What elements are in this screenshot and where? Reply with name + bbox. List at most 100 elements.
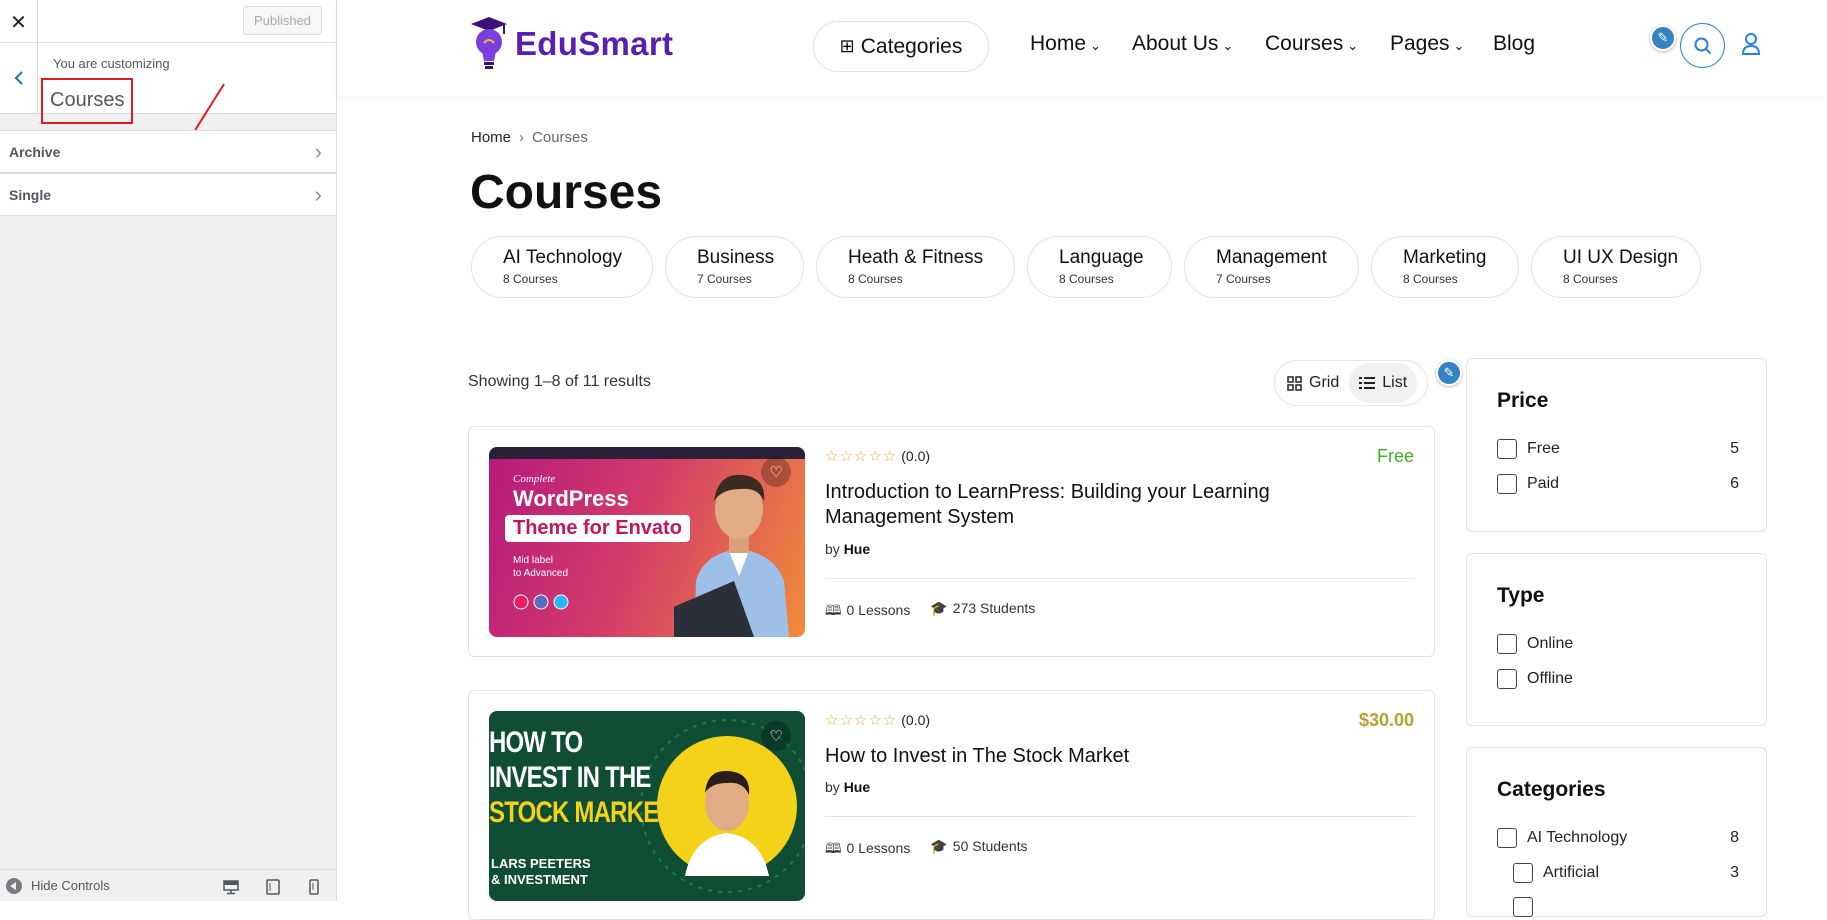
filter-option[interactable]: Paid 6 xyxy=(1497,474,1739,494)
customizing-label: You are customizing xyxy=(53,56,170,71)
author-name[interactable]: Hue xyxy=(844,779,870,795)
badge-icons xyxy=(513,594,569,610)
grid-icon: ⊞ xyxy=(839,36,855,56)
lessons-count: 🕮 0 Lessons xyxy=(825,838,910,862)
filter-option-count: 6 xyxy=(1730,475,1739,492)
publish-button[interactable]: Published xyxy=(243,6,322,35)
category-pill[interactable]: Language 8 Courses xyxy=(1027,236,1172,298)
filter-option[interactable]: Free 5 xyxy=(1497,439,1739,459)
breadcrumb-home[interactable]: Home xyxy=(471,129,511,146)
wishlist-heart-icon[interactable]: ♡ xyxy=(761,721,791,751)
filter-option[interactable]: Online xyxy=(1497,634,1739,654)
thumb-text-3: STOCK MARKET xyxy=(489,796,673,829)
chevron-down-icon: ⌄ xyxy=(1090,38,1101,53)
section-single[interactable]: Single › xyxy=(0,173,336,216)
nav-pages[interactable]: Pages ⌄ xyxy=(1390,32,1464,56)
desktop-preview-icon[interactable] xyxy=(223,879,239,895)
lessons-label: 0 Lessons xyxy=(846,602,911,618)
nav-about-label: About Us xyxy=(1132,32,1219,55)
tablet-preview-icon[interactable] xyxy=(265,879,281,895)
filter-option-label: AI Technology xyxy=(1527,829,1628,846)
results-count: Showing 1–8 of 11 results xyxy=(468,373,651,390)
course-title[interactable]: How to Invest in The Stock Market xyxy=(825,744,1345,769)
user-icon[interactable] xyxy=(1741,32,1761,56)
nav-about-us[interactable]: About Us ⌄ xyxy=(1132,32,1233,56)
checkbox[interactable] xyxy=(1497,828,1517,848)
back-button[interactable] xyxy=(0,43,38,113)
customizer-footer: Hide Controls xyxy=(0,869,336,901)
checkbox[interactable] xyxy=(1513,897,1533,917)
close-customizer-button[interactable]: ✕ xyxy=(0,0,38,43)
thumb-text-1: HOW TO xyxy=(489,726,583,759)
checkbox[interactable] xyxy=(1497,439,1517,459)
category-pill[interactable]: Management 7 Courses xyxy=(1184,236,1359,298)
category-pill[interactable]: AI Technology 8 Courses xyxy=(471,236,653,298)
nav-pages-label: Pages xyxy=(1390,32,1450,55)
filter-option[interactable]: Offline xyxy=(1497,669,1739,689)
chevron-right-icon: › xyxy=(519,129,525,146)
search-button[interactable] xyxy=(1680,23,1725,68)
category-name: AI Technology xyxy=(503,247,623,268)
categories-filter: Categories AI Technology 8 Artificial 3 xyxy=(1466,747,1767,917)
category-pill[interactable]: UI UX Design 8 Courses xyxy=(1531,236,1701,298)
chevron-down-icon: ⌄ xyxy=(1222,38,1234,53)
book-icon: 🕮 xyxy=(825,840,842,856)
students-label: 50 Students xyxy=(952,838,1028,854)
categories-button[interactable]: ⊞ Categories xyxy=(813,21,989,72)
filter-option-label: Paid xyxy=(1527,475,1560,492)
card-divider xyxy=(825,578,1415,579)
category-count: 8 Courses xyxy=(503,272,558,286)
filter-option-label: Online xyxy=(1527,635,1574,652)
author-name[interactable]: Hue xyxy=(844,541,870,557)
checkbox[interactable] xyxy=(1497,474,1517,494)
wishlist-heart-icon[interactable]: ♡ xyxy=(761,457,791,487)
filter-option[interactable] xyxy=(1513,897,1739,917)
chevron-right-icon: › xyxy=(314,181,322,207)
students-label: 273 Students xyxy=(952,600,1036,616)
edit-shortcut-icon[interactable]: ✎ xyxy=(1436,360,1462,386)
rating-value: (0.0) xyxy=(901,712,931,728)
grid-view-button[interactable]: Grid xyxy=(1277,363,1349,403)
category-pill[interactable]: Marketing 8 Courses xyxy=(1371,236,1519,298)
customizer-info: You are customizing Courses xyxy=(0,43,336,124)
section-archive-label: Archive xyxy=(9,143,61,160)
nav-courses[interactable]: Courses ⌄ xyxy=(1265,32,1358,56)
mobile-preview-icon[interactable] xyxy=(306,879,322,895)
price-filter: Price Free 5 Paid 6 xyxy=(1466,358,1767,532)
site-logo[interactable]: EduSmart xyxy=(471,17,673,71)
category-count: 7 Courses xyxy=(1216,272,1271,286)
lessons-label: 0 Lessons xyxy=(846,840,911,856)
filter-option-label: Artificial xyxy=(1543,864,1600,881)
students-count: 🎓 273 Students xyxy=(930,600,1035,624)
nav-home-label: Home xyxy=(1030,32,1087,55)
filter-option-label: Free xyxy=(1527,440,1560,457)
hide-controls-button[interactable]: Hide Controls xyxy=(31,878,110,893)
checkbox[interactable] xyxy=(1497,634,1517,654)
checkbox[interactable] xyxy=(1497,669,1517,689)
thumb-text-2: INVEST IN THE xyxy=(489,761,651,794)
section-archive[interactable]: Archive › xyxy=(0,130,336,173)
category-count: 8 Courses xyxy=(1403,272,1458,286)
course-thumbnail[interactable]: HOW TO INVEST IN THE STOCK MARKET LARS P… xyxy=(489,711,805,901)
course-thumbnail[interactable]: Complete WordPress Theme for Envato Mid … xyxy=(489,447,805,637)
category-pill[interactable]: Business 7 Courses xyxy=(665,236,804,298)
category-pill[interactable]: Heath & Fitness 8 Courses xyxy=(816,236,1015,298)
breadcrumb-current: Courses xyxy=(532,129,588,146)
customizer-header: ✕ Published xyxy=(0,0,336,43)
filter-option[interactable]: AI Technology 8 xyxy=(1497,828,1739,848)
filter-option[interactable]: Artificial 3 xyxy=(1513,863,1739,883)
checkbox[interactable] xyxy=(1513,863,1533,883)
category-name: Business xyxy=(697,247,775,268)
course-price: Free xyxy=(1376,446,1414,466)
nav-blog[interactable]: Blog xyxy=(1493,32,1535,56)
edit-shortcut-icon[interactable]: ✎ xyxy=(1650,25,1676,51)
breadcrumb: Home › Courses xyxy=(471,129,588,146)
instructor-illustration xyxy=(674,474,789,637)
course-meta: 🕮 0 Lessons 🎓 273 Students xyxy=(825,600,1035,624)
course-title[interactable]: Introduction to LearnPress: Building you… xyxy=(825,480,1345,530)
collapse-icon[interactable] xyxy=(6,877,22,894)
chevron-right-icon: › xyxy=(314,138,322,164)
list-view-button[interactable]: List xyxy=(1349,363,1418,403)
nav-home[interactable]: Home ⌄ xyxy=(1030,32,1101,56)
lessons-count: 🕮 0 Lessons xyxy=(825,600,910,624)
